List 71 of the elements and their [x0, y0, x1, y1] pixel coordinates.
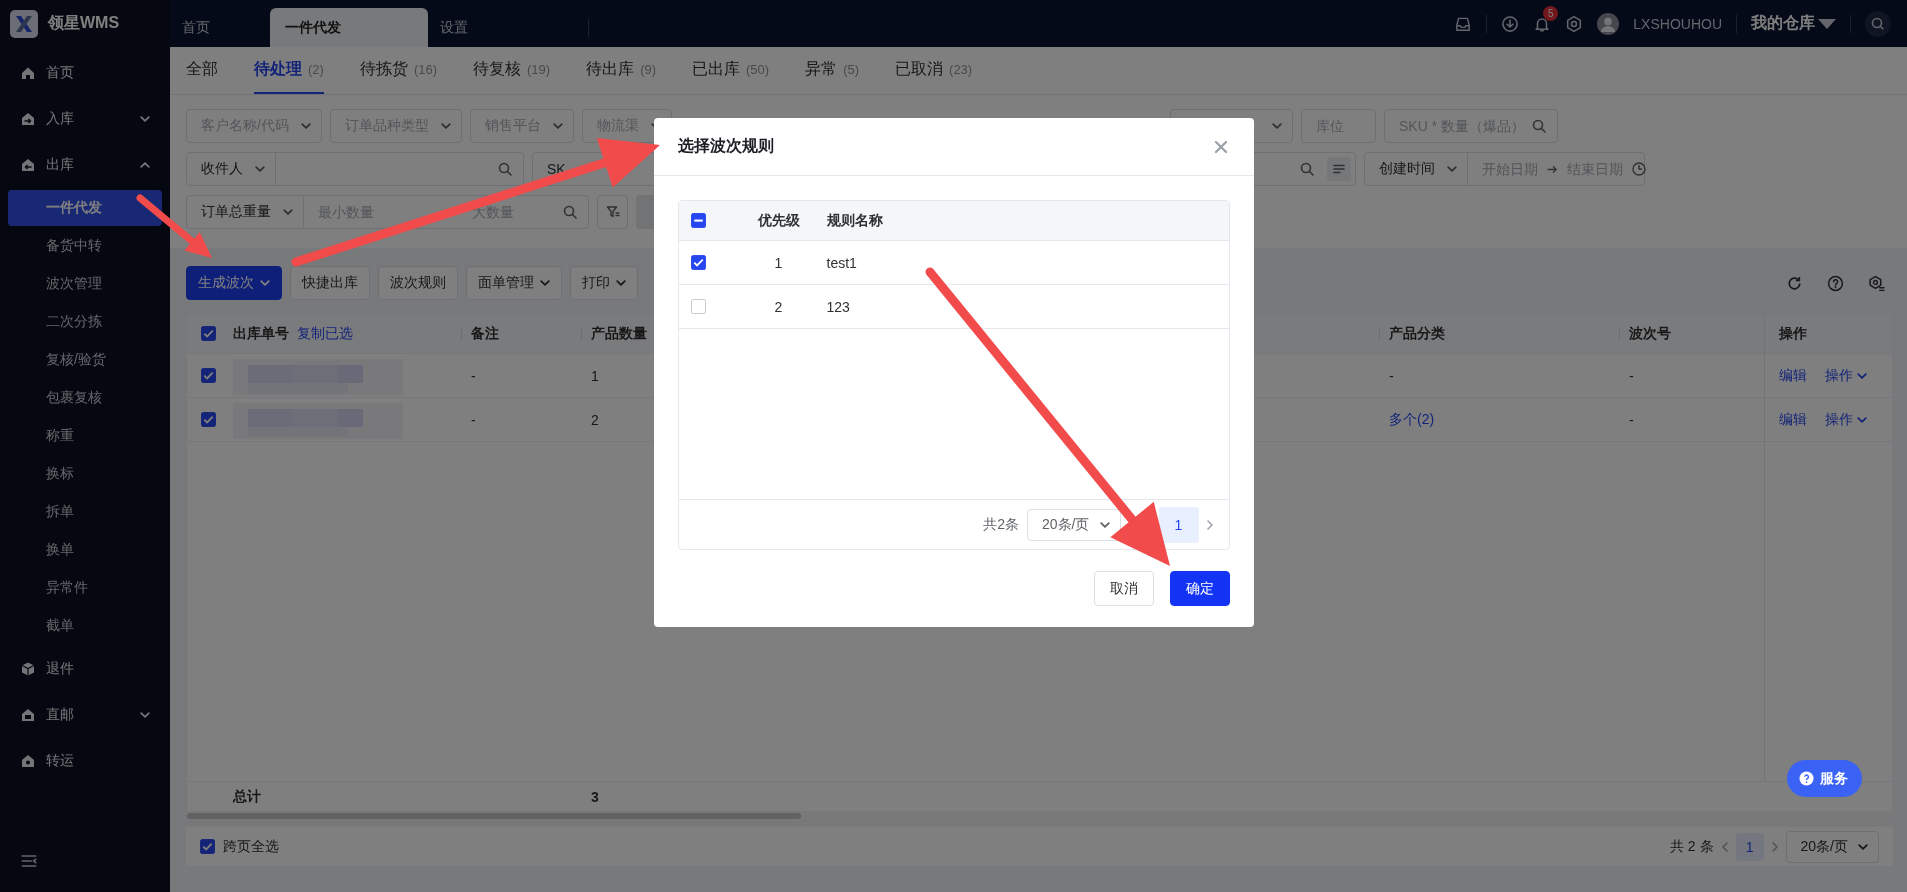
- actions-menu[interactable]: 操作: [1825, 410, 1867, 429]
- sidebar-subitem[interactable]: 异常件: [8, 570, 162, 606]
- table-cell: -: [1389, 367, 1394, 384]
- sidebar-item[interactable]: 首页: [0, 50, 170, 96]
- select-field[interactable]: 订单总重量: [186, 195, 304, 229]
- table-cell: test1: [826, 254, 857, 271]
- total-label: 总计: [231, 786, 262, 806]
- toolbar-button[interactable]: 生成波次: [186, 266, 282, 300]
- sidebar-subitem[interactable]: 换标: [8, 456, 162, 492]
- toolbar-button[interactable]: 波次规则: [378, 266, 458, 300]
- table-cell-text: -: [1628, 410, 1635, 430]
- sidebar-item[interactable]: 退件: [0, 646, 170, 692]
- table-cell: 1: [774, 254, 783, 271]
- cancel-button[interactable]: 取消: [1093, 571, 1154, 606]
- table-cell: 123: [826, 298, 850, 315]
- page-tab[interactable]: 一件代发: [270, 8, 428, 47]
- table-cell-text: -: [470, 410, 477, 430]
- confirm-button[interactable]: 确定: [1169, 571, 1230, 606]
- edit-link[interactable]: 编辑: [1779, 410, 1807, 429]
- sidebar-subitem[interactable]: 拆单: [8, 494, 162, 530]
- warehouse-menu[interactable]: 我的仓库: [1751, 13, 1836, 34]
- total-count: 共2条: [983, 515, 1020, 534]
- page-size-select[interactable]: 20条/页: [1785, 830, 1879, 863]
- sidebar-subitem[interactable]: 备货中转: [8, 228, 162, 264]
- column-header: 波次号: [1629, 324, 1671, 343]
- table-cell-text: -: [470, 366, 477, 386]
- total-value: 3: [590, 787, 600, 807]
- page-tab[interactable]: 首页: [170, 8, 270, 47]
- copy-selected-link[interactable]: 复制已选: [297, 324, 353, 343]
- table-cell-text: -: [1628, 366, 1635, 386]
- column-header: 出库单号: [233, 324, 289, 343]
- sidebar-item[interactable]: 转运: [0, 738, 170, 784]
- sidebar-item[interactable]: 直邮: [0, 692, 170, 738]
- column-header: 产品数量: [591, 324, 647, 343]
- toolbar-button[interactable]: 面单管理: [466, 266, 562, 300]
- total-count: 共 2 条: [1669, 837, 1714, 856]
- checkbox-label: 跨页全选: [223, 837, 279, 856]
- app-name: 领星WMS: [48, 13, 120, 33]
- page-number[interactable]: 1: [1158, 506, 1199, 543]
- category-link[interactable]: 多个(2): [1389, 410, 1435, 429]
- table-cell-text: 2: [590, 410, 600, 430]
- select-field[interactable]: 收件人: [186, 152, 276, 186]
- column-header: 操作: [1779, 324, 1807, 343]
- column-header: 优先级: [757, 211, 800, 228]
- dialog-title: 选择波次规则: [677, 136, 774, 156]
- table-cell: 2: [774, 298, 783, 315]
- toolbar-button[interactable]: 快捷出库: [290, 266, 370, 300]
- table-cell-text: 1: [590, 366, 600, 386]
- select-field[interactable]: 创建时间: [1364, 152, 1468, 186]
- sidebar-item[interactable]: 出库: [0, 142, 170, 188]
- column-header: 产品分类: [1389, 324, 1445, 343]
- edit-link[interactable]: 编辑: [1779, 366, 1807, 385]
- sidebar-subitem[interactable]: 换单: [8, 532, 162, 568]
- sidebar-subitem[interactable]: 称重: [8, 418, 162, 454]
- column-header: 备注: [471, 324, 499, 343]
- username[interactable]: LXSHOUHOU: [1633, 15, 1722, 32]
- sidebar-subitem[interactable]: 二次分拣: [8, 304, 162, 340]
- sidebar-subitem[interactable]: 波次管理: [8, 266, 162, 302]
- toolbar-button[interactable]: 打印: [570, 266, 638, 300]
- page-number[interactable]: 1: [1735, 832, 1764, 861]
- sidebar-item[interactable]: 入库: [0, 96, 170, 142]
- page-size-select[interactable]: 20条/页: [1027, 508, 1121, 541]
- page-tab[interactable]: 设置: [428, 8, 528, 47]
- notification-badge: 5: [1543, 5, 1559, 21]
- status-tab[interactable]: 全部: [186, 47, 218, 94]
- column-header: 规则名称: [826, 211, 883, 228]
- actions-menu[interactable]: 操作: [1825, 366, 1867, 385]
- sidebar-subitem[interactable]: 截单: [8, 608, 162, 644]
- sidebar-subitem[interactable]: 包裹复核: [8, 380, 162, 416]
- sidebar-subitem[interactable]: 一件代发: [8, 190, 162, 226]
- sidebar-subitem[interactable]: 复核/验货: [8, 342, 162, 378]
